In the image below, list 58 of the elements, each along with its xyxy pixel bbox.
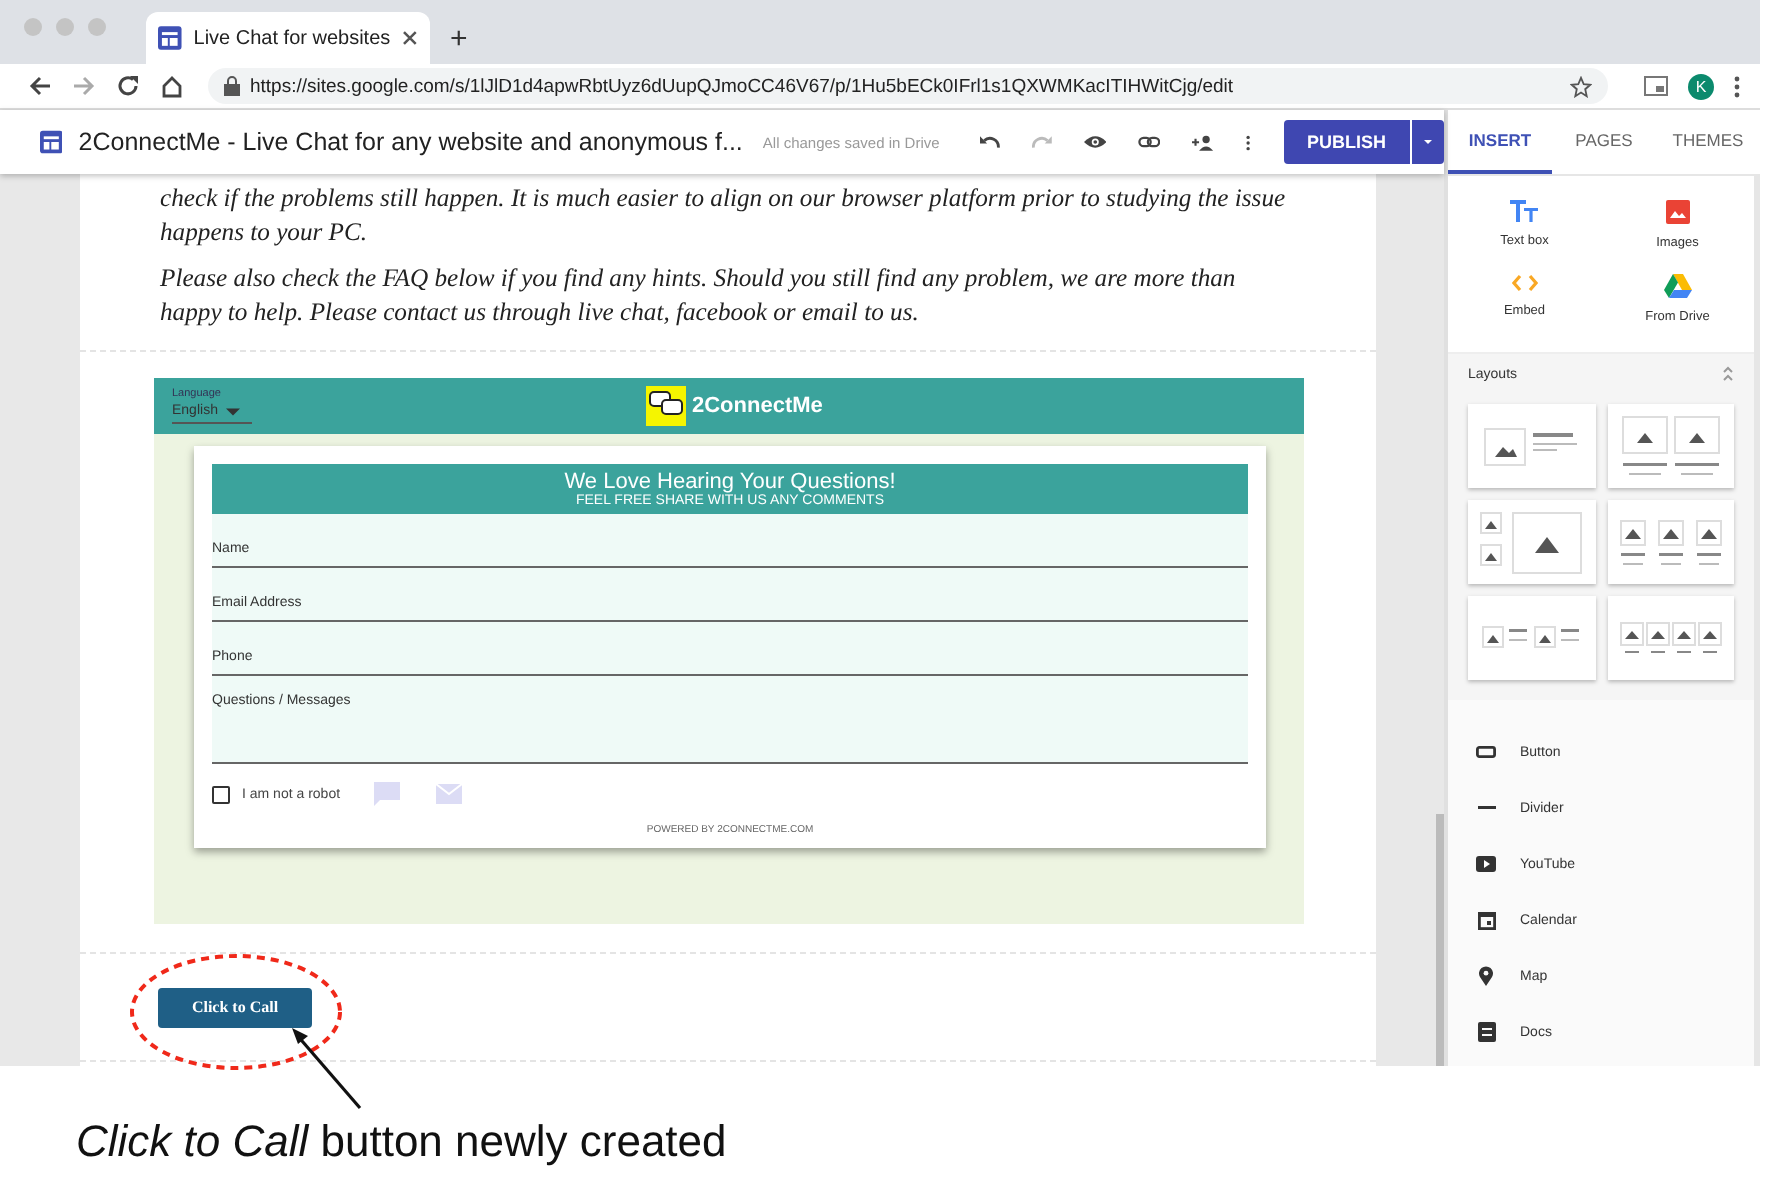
- layout-option[interactable]: [1607, 500, 1734, 584]
- layout-option[interactable]: [1468, 500, 1595, 584]
- undo-icon[interactable]: [979, 132, 1000, 152]
- caret-icon: [1424, 138, 1433, 146]
- more-icon[interactable]: [1734, 75, 1740, 97]
- calendar-icon: [1477, 910, 1495, 930]
- publish-button[interactable]: PUBLISH: [1283, 120, 1411, 164]
- add-person-icon[interactable]: [1192, 131, 1215, 153]
- annotation-caption: Click to Call button newly created: [76, 1116, 727, 1168]
- map-pin-icon: [1478, 966, 1494, 986]
- layout-thumbnail-icon: [1484, 427, 1579, 465]
- publish-menu-button[interactable]: [1412, 120, 1445, 164]
- sites-logo-icon: [40, 126, 63, 158]
- layout-thumbnail-icon: [1619, 519, 1722, 565]
- caret-icon: [225, 407, 240, 415]
- profile-avatar[interactable]: K: [1688, 73, 1714, 99]
- close-icon[interactable]: [402, 30, 418, 46]
- more-icon[interactable]: [1246, 131, 1251, 153]
- address-bar[interactable]: https://sites.google.com/s/1lJlD1d4apwRbtUyz6dUupQJmoCC46V67/p/1Hu5bECk0IFrl1s1QXWMKacITIHWitCjg/edit: [208, 68, 1608, 104]
- divider-icon: [1477, 806, 1495, 810]
- browser-tab[interactable]: Live Chat for websites: [146, 12, 430, 64]
- cast-icon[interactable]: [1644, 76, 1668, 96]
- button-shape-icon: [1476, 746, 1496, 758]
- text-box-icon: [1510, 200, 1539, 222]
- click-to-call-button[interactable]: Click to Call: [158, 987, 312, 1027]
- sites-icon: [158, 26, 182, 50]
- reload-icon[interactable]: [116, 74, 140, 98]
- layout-thumbnail-icon: [1621, 416, 1720, 476]
- panel-tab[interactable]: THEMES: [1656, 110, 1760, 174]
- code-brackets-icon: [1511, 274, 1538, 292]
- home-icon[interactable]: [160, 74, 184, 98]
- layout-option[interactable]: [1468, 404, 1595, 488]
- layout-thumbnail-icon: [1619, 622, 1722, 654]
- new-tab-button[interactable]: +: [430, 22, 488, 64]
- layout-option[interactable]: [1607, 596, 1734, 680]
- site-title[interactable]: 2ConnectMe - Live Chat for any website and anonymous f...: [78, 128, 743, 156]
- lock-icon: [224, 76, 240, 96]
- paragraph: Please also check the FAQ below if you find any hints. Should you still find any problem, we are more than happy to help. Please contact us through live chat, facebook or email to us.: [160, 262, 1238, 330]
- drive-icon: [1663, 274, 1692, 298]
- video-play-icon: [1476, 856, 1496, 872]
- chat-bubbles-logo-icon: [646, 386, 686, 426]
- brand-name: 2ConnectMe: [692, 394, 823, 418]
- layout-thumbnail-icon: [1482, 625, 1581, 651]
- image-icon: [1665, 200, 1690, 224]
- scrollbar-thumb[interactable]: [1436, 814, 1444, 1066]
- star-icon[interactable]: [1570, 75, 1592, 97]
- form-heading: We Love Hearing Your Questions!: [564, 470, 896, 494]
- layout-thumbnail-icon: [1480, 511, 1583, 573]
- document-icon: [1477, 1022, 1495, 1042]
- panel-tab[interactable]: PAGES: [1552, 110, 1656, 174]
- annotation-arrow: [290, 1026, 362, 1110]
- preview-eye-icon[interactable]: [1083, 132, 1106, 152]
- checkbox[interactable]: [212, 785, 230, 803]
- collapse-icon[interactable]: [1722, 366, 1734, 382]
- paragraph: check if the problems still happen. It is much easier to align on our browser platform prior to studying the issue happens to your PC.: [160, 182, 1288, 250]
- layout-option[interactable]: [1607, 404, 1734, 488]
- link-icon[interactable]: [1137, 134, 1161, 150]
- back-icon[interactable]: [28, 74, 52, 98]
